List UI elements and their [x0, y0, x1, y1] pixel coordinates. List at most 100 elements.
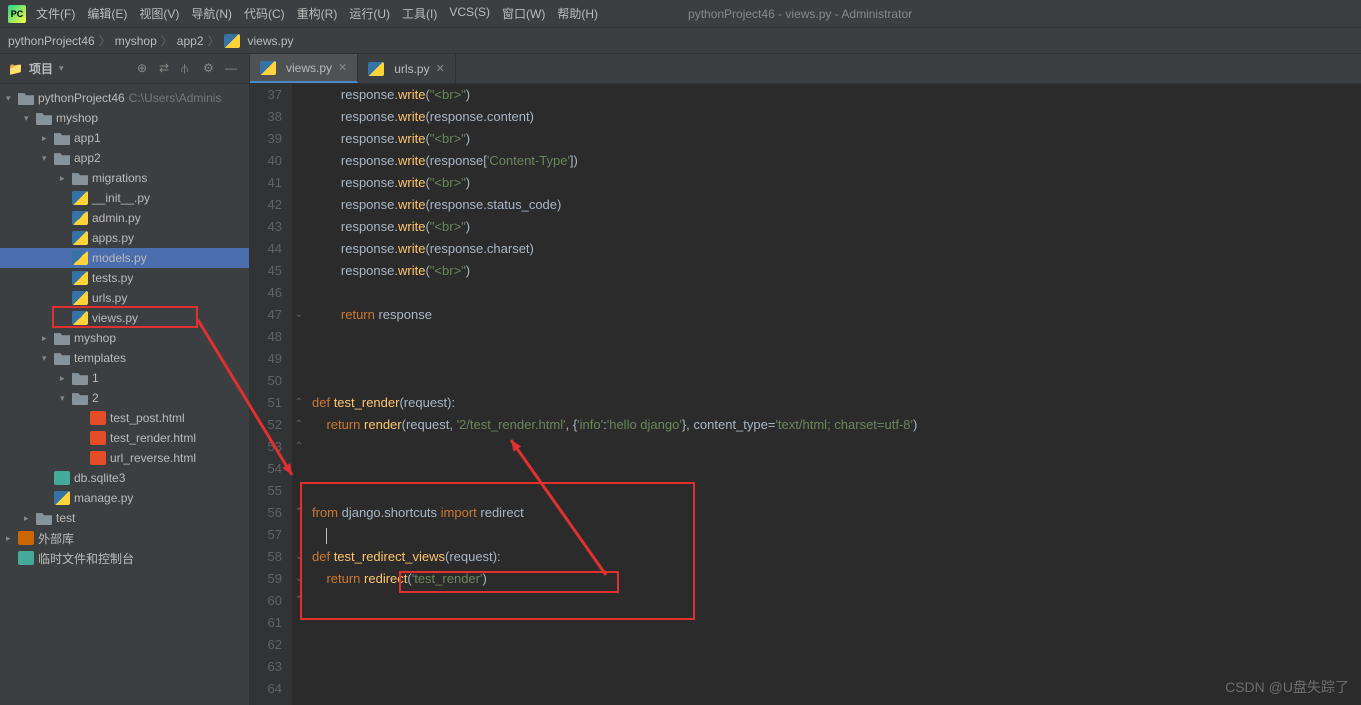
- code-line[interactable]: [312, 436, 1361, 458]
- code-line[interactable]: return response: [312, 304, 1361, 326]
- tree-arrow-icon[interactable]: ▸: [42, 133, 54, 144]
- code-line[interactable]: response.write("<br>"): [312, 84, 1361, 106]
- code-content[interactable]: response.write("<br>") response.write(re…: [306, 84, 1361, 705]
- menu-item[interactable]: VCS(S): [443, 3, 496, 24]
- code-line[interactable]: [312, 678, 1361, 700]
- code-line[interactable]: def test_render(request):: [312, 392, 1361, 414]
- menu-item[interactable]: 视图(V): [133, 3, 185, 24]
- fold-marker-icon[interactable]: [292, 326, 306, 348]
- tree-arrow-icon[interactable]: ▾: [24, 113, 36, 124]
- fold-marker-icon[interactable]: [292, 370, 306, 392]
- tree-item[interactable]: apps.py: [0, 228, 249, 248]
- tree-arrow-icon[interactable]: ▾: [6, 93, 18, 104]
- fold-marker-icon[interactable]: [292, 348, 306, 370]
- project-tool-icon[interactable]: 📁: [8, 62, 23, 76]
- tree-arrow-icon[interactable]: ▸: [60, 173, 72, 184]
- gear-icon[interactable]: ⚙: [203, 61, 219, 77]
- code-line[interactable]: response.write(response.status_code): [312, 194, 1361, 216]
- tree-item[interactable]: urls.py: [0, 288, 249, 308]
- tree-arrow-icon[interactable]: ▾: [42, 153, 54, 164]
- tree-arrow-icon[interactable]: ▸: [42, 333, 54, 344]
- tree-item[interactable]: test_render.html: [0, 428, 249, 448]
- menu-item[interactable]: 工具(I): [396, 3, 443, 24]
- code-line[interactable]: return render(request, '2/test_render.ht…: [312, 414, 1361, 436]
- code-line[interactable]: response.write("<br>"): [312, 128, 1361, 150]
- fold-marker-icon[interactable]: [292, 656, 306, 678]
- fold-marker-icon[interactable]: [292, 634, 306, 656]
- menu-item[interactable]: 代码(C): [238, 3, 291, 24]
- tree-item[interactable]: tests.py: [0, 268, 249, 288]
- menu-item[interactable]: 帮助(H): [551, 3, 604, 24]
- menu-item[interactable]: 重构(R): [291, 3, 344, 24]
- fold-marker-icon[interactable]: [292, 150, 306, 172]
- code-line[interactable]: response.write("<br>"): [312, 216, 1361, 238]
- tree-item[interactable]: ▸migrations: [0, 168, 249, 188]
- tree-item[interactable]: ▸test: [0, 508, 249, 528]
- fold-marker-icon[interactable]: [292, 260, 306, 282]
- code-line[interactable]: response.write(response.charset): [312, 238, 1361, 260]
- code-line[interactable]: [312, 348, 1361, 370]
- fold-marker-icon[interactable]: [292, 128, 306, 150]
- tree-item[interactable]: db.sqlite3: [0, 468, 249, 488]
- expand-icon[interactable]: ⇄: [159, 61, 175, 77]
- fold-marker-icon[interactable]: ⌃: [292, 414, 306, 436]
- fold-marker-icon[interactable]: [292, 480, 306, 502]
- fold-marker-icon[interactable]: ⌃: [292, 502, 306, 524]
- code-line[interactable]: [312, 656, 1361, 678]
- fold-marker-icon[interactable]: [292, 84, 306, 106]
- tree-item[interactable]: url_reverse.html: [0, 448, 249, 468]
- tree-item[interactable]: ▸1: [0, 368, 249, 388]
- tree-arrow-icon[interactable]: ▸: [6, 533, 18, 544]
- editor-tab[interactable]: views.py✕: [250, 54, 358, 83]
- breadcrumb-item[interactable]: views.py: [248, 34, 294, 48]
- code-line[interactable]: from django.shortcuts import redirect: [312, 502, 1361, 524]
- editor-tab[interactable]: urls.py✕: [358, 54, 456, 83]
- tree-item[interactable]: ▾2: [0, 388, 249, 408]
- breadcrumb-item[interactable]: app2: [177, 34, 204, 48]
- fold-marker-icon[interactable]: [292, 282, 306, 304]
- tree-arrow-icon[interactable]: ▸: [60, 373, 72, 384]
- tree-item[interactable]: test_post.html: [0, 408, 249, 428]
- menu-item[interactable]: 导航(N): [185, 3, 238, 24]
- fold-marker-icon[interactable]: [292, 216, 306, 238]
- code-line[interactable]: [312, 590, 1361, 612]
- fold-marker-icon[interactable]: ⌃: [292, 590, 306, 612]
- code-line[interactable]: [312, 326, 1361, 348]
- tree-item[interactable]: manage.py: [0, 488, 249, 508]
- code-line[interactable]: response.write(response['Content-Type']): [312, 150, 1361, 172]
- fold-column[interactable]: ⌄⌃⌃⌃⌃⌄⌄⌃: [292, 84, 306, 705]
- tree-item[interactable]: models.py: [0, 248, 249, 268]
- collapse-icon[interactable]: ⫛: [181, 61, 197, 77]
- tree-arrow-icon[interactable]: ▾: [60, 393, 72, 404]
- code-line[interactable]: response.write(response.content): [312, 106, 1361, 128]
- fold-marker-icon[interactable]: [292, 106, 306, 128]
- code-line[interactable]: [312, 524, 1361, 546]
- fold-marker-icon[interactable]: [292, 172, 306, 194]
- breadcrumb-item[interactable]: pythonProject46: [8, 34, 95, 48]
- menu-item[interactable]: 运行(U): [343, 3, 396, 24]
- fold-marker-icon[interactable]: ⌄: [292, 546, 306, 568]
- code-line[interactable]: [312, 370, 1361, 392]
- code-line[interactable]: [312, 458, 1361, 480]
- code-line[interactable]: return redirect('test_render'): [312, 568, 1361, 590]
- tree-item[interactable]: __init__.py: [0, 188, 249, 208]
- fold-marker-icon[interactable]: ⌃: [292, 436, 306, 458]
- menu-item[interactable]: 编辑(E): [81, 3, 133, 24]
- close-icon[interactable]: ✕: [338, 61, 347, 74]
- tree-item[interactable]: admin.py: [0, 208, 249, 228]
- fold-marker-icon[interactable]: [292, 194, 306, 216]
- code-line[interactable]: [312, 480, 1361, 502]
- tree-item[interactable]: ▸app1: [0, 128, 249, 148]
- fold-marker-icon[interactable]: [292, 612, 306, 634]
- code-line[interactable]: def test_redirect_views(request):: [312, 546, 1361, 568]
- dropdown-icon[interactable]: ▾: [59, 63, 64, 74]
- tree-item[interactable]: ▾app2: [0, 148, 249, 168]
- tree-item[interactable]: ▸myshop: [0, 328, 249, 348]
- code-line[interactable]: response.write("<br>"): [312, 172, 1361, 194]
- tree-arrow-icon[interactable]: ▾: [42, 353, 54, 364]
- fold-marker-icon[interactable]: ⌄: [292, 304, 306, 326]
- code-line[interactable]: [312, 612, 1361, 634]
- fold-marker-icon[interactable]: [292, 524, 306, 546]
- fold-marker-icon[interactable]: [292, 238, 306, 260]
- locate-icon[interactable]: ⊕: [137, 61, 153, 77]
